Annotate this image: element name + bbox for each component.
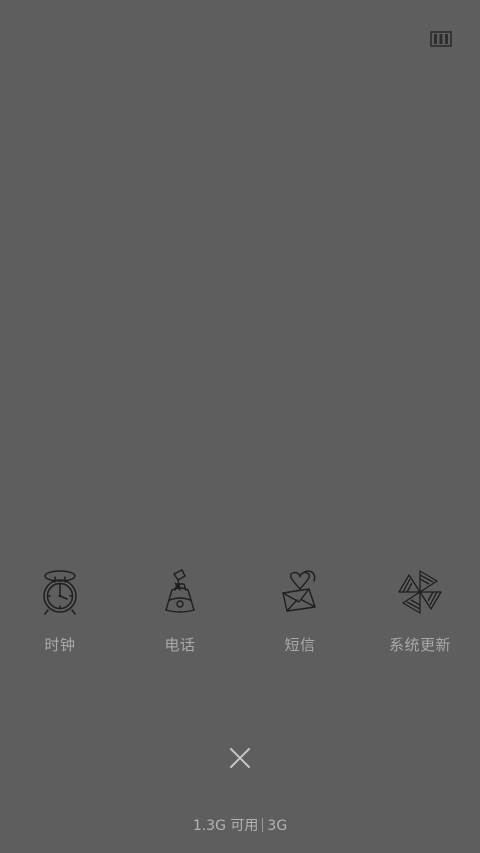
- app-phone[interactable]: 电话: [120, 566, 240, 666]
- app-label: 时钟: [44, 636, 76, 654]
- app-label: 系统更新: [388, 636, 451, 654]
- app-system-update[interactable]: 系统更新: [360, 566, 480, 666]
- recent-apps-row: 时钟 电话 短信 系统更新: [0, 566, 480, 666]
- memory-status: 1.3G 可用 3G: [0, 815, 480, 835]
- memory-total: 3G: [267, 818, 288, 834]
- clear-all-button[interactable]: [226, 744, 254, 772]
- message-icon: [282, 570, 316, 612]
- memory-available: 1.3G 可用: [192, 818, 259, 834]
- app-label: 短信: [284, 636, 316, 654]
- memory-separator: [262, 818, 264, 832]
- app-icon-wrapper: [394, 566, 446, 618]
- app-icon-wrapper: [34, 566, 86, 618]
- app-label: 电话: [164, 636, 196, 654]
- recent-apps-screen: 时钟 电话 短信 系统更新 1.3G 可用 3G: [0, 0, 480, 853]
- alarm-clock-icon: [43, 570, 77, 615]
- app-icon-wrapper: [274, 566, 326, 618]
- app-clock[interactable]: 时钟: [0, 566, 120, 666]
- view-toggle-button[interactable]: [428, 28, 454, 50]
- phone-icon: [165, 569, 195, 613]
- pinwheel-icon: [398, 570, 442, 614]
- grid-view-icon: [430, 31, 452, 47]
- app-messages[interactable]: 短信: [240, 566, 360, 666]
- app-icon-wrapper: [154, 566, 206, 618]
- close-icon: [230, 748, 250, 768]
